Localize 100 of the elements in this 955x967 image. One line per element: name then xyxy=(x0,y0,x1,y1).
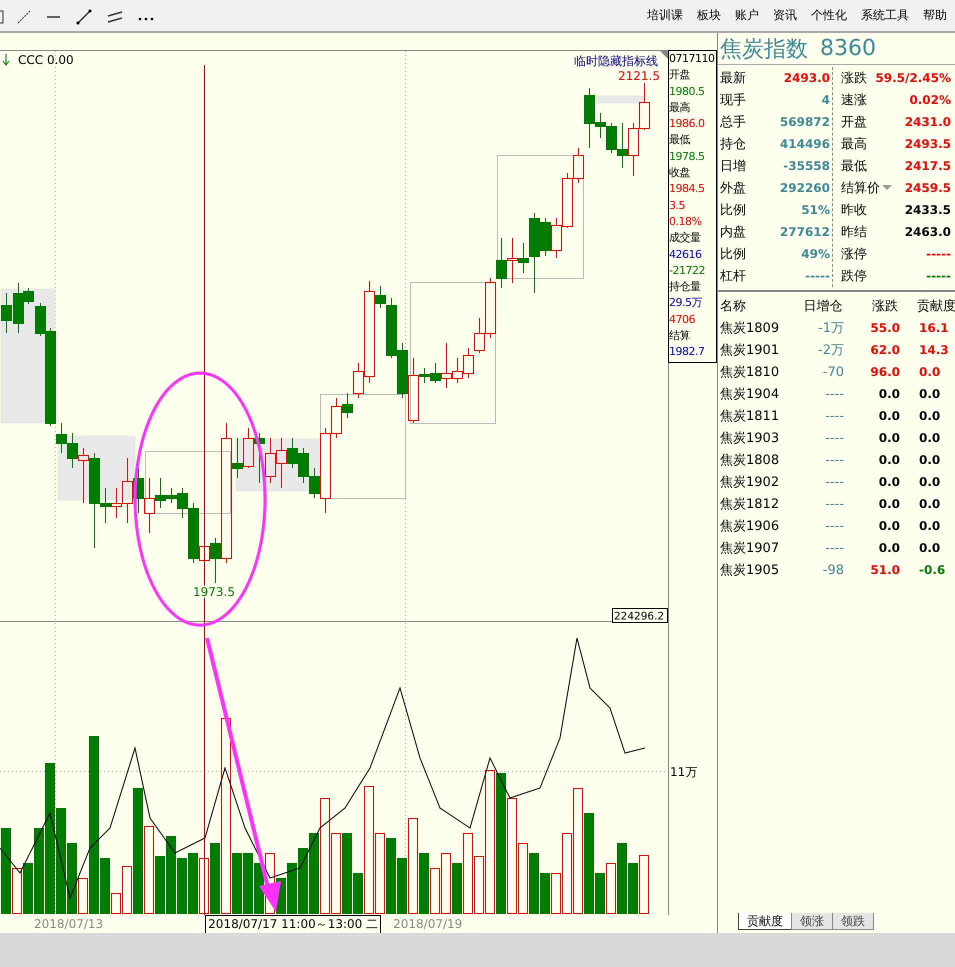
table-cell-text: 0.0 xyxy=(878,431,900,445)
candlestick xyxy=(243,428,254,468)
info-text: 4706 xyxy=(669,312,696,328)
table-cell-text: 0.0 xyxy=(878,541,900,555)
menu-item[interactable]: 资讯 xyxy=(773,7,797,24)
info-text: 1984.5 xyxy=(669,181,706,198)
table-cell: 0.0 xyxy=(919,541,940,555)
hide-indicator-link[interactable]: 临时隐藏指标线 xyxy=(574,54,658,68)
column-header[interactable]: 涨跌 xyxy=(842,296,898,314)
line-tool-icon[interactable] xyxy=(18,10,30,23)
candlestick xyxy=(551,218,562,258)
info-text: -21722 xyxy=(669,262,706,279)
table-cell: 16.1 xyxy=(919,321,949,335)
high-price-label: 2121.5 xyxy=(618,69,660,83)
table-cell-text: 0.0 xyxy=(878,387,900,401)
info-text: 0.18% xyxy=(669,214,702,230)
volume-bar xyxy=(243,853,253,914)
quote-value: 569872 xyxy=(780,115,830,129)
volume-bar xyxy=(639,855,649,914)
more-icon[interactable] xyxy=(138,17,154,20)
info-text: 1980.5 xyxy=(669,84,706,100)
volume-bar xyxy=(606,863,616,914)
quote-value: 4 xyxy=(822,93,830,107)
table-cell: -0.6 xyxy=(919,563,946,577)
column-header[interactable]: 名称 xyxy=(718,296,804,314)
quote-value: 51% xyxy=(801,203,830,217)
quote-value: 2417.5 xyxy=(904,159,951,173)
info-text: 结算 xyxy=(669,328,691,344)
tab[interactable]: 领跌 xyxy=(832,913,874,930)
volume-bar xyxy=(177,858,187,914)
quote-label: 涨停 xyxy=(841,246,867,263)
candlestick xyxy=(298,448,309,484)
dropdown-caret-icon[interactable] xyxy=(882,185,892,191)
table-cell-text: ---- xyxy=(824,518,844,534)
quote-label: 昨收 xyxy=(841,202,867,219)
quote-value: 0.02% xyxy=(909,93,951,107)
quote-label: 比例 xyxy=(720,202,746,219)
table-cell-text: -98 xyxy=(822,562,844,578)
quote-label: 跌停 xyxy=(841,268,867,285)
quote-value: 2459.5 xyxy=(904,181,951,195)
quote-value: 292260 xyxy=(780,181,830,195)
volume-bar xyxy=(617,843,627,914)
info-text: 持仓量 xyxy=(669,279,702,296)
candlestick xyxy=(496,238,507,288)
table-cell-text: 焦炭1905 xyxy=(719,562,780,579)
quote-label: 持仓 xyxy=(720,136,746,153)
info-text: 成交量 xyxy=(669,230,702,246)
segment-icon[interactable] xyxy=(76,9,92,24)
parallel-lines-icon[interactable] xyxy=(107,10,123,22)
candlestick xyxy=(1,292,12,334)
table-cell: 0.0 xyxy=(919,409,940,423)
quote-value: -35558 xyxy=(783,159,830,173)
table-cell-text: 焦炭1811 xyxy=(719,408,780,425)
volume-bar xyxy=(188,853,198,914)
table-cell-text: 0.0 xyxy=(878,475,900,489)
horizontal-line-icon[interactable] xyxy=(47,16,60,18)
column-header[interactable]: 日增仓 xyxy=(803,296,843,314)
table-cell-text: 焦炭1809 xyxy=(719,320,780,337)
table-cell-text: -70 xyxy=(822,364,844,380)
info-text: 开盘 xyxy=(669,67,691,84)
info-text: 最低 xyxy=(669,132,692,148)
quote-label: 日增 xyxy=(720,158,746,175)
date-label: 2018/07/13 xyxy=(34,917,104,931)
tab[interactable]: 领涨 xyxy=(791,913,833,930)
table-cell-text: 0.0 xyxy=(878,409,900,423)
quote-value: 414496 xyxy=(780,137,830,151)
menu-item[interactable]: 系统工具 xyxy=(861,7,909,24)
table-cell-text: -1万 xyxy=(817,320,844,337)
table-cell-text: 焦炭1903 xyxy=(719,430,780,447)
table-cell-text: -2万 xyxy=(817,342,844,359)
table-cell-text: ---- xyxy=(824,386,844,402)
table-cell: 0.0 xyxy=(919,431,940,445)
tab[interactable]: 贡献度 xyxy=(738,913,792,930)
quote-value: ----- xyxy=(926,247,951,261)
info-text: 1982.7 xyxy=(669,344,706,360)
candlestick xyxy=(397,342,408,398)
volume-bar xyxy=(430,868,440,914)
volume-bar xyxy=(298,848,308,914)
quote-value: 2463.0 xyxy=(904,225,951,239)
quote-label: 最高 xyxy=(841,136,867,153)
menu-item[interactable]: 培训课 xyxy=(647,7,683,24)
table-cell: 0.0 xyxy=(919,387,940,401)
table-cell-text: 焦炭1907 xyxy=(719,540,780,557)
menu-item[interactable]: 帮助 xyxy=(923,7,947,24)
table-cell-text: 焦炭1906 xyxy=(719,518,780,535)
quote-value: 2493.5 xyxy=(904,137,951,151)
table-cell-text: ---- xyxy=(824,408,844,424)
menu-item[interactable]: 账户 xyxy=(735,7,759,24)
info-text: 0717110 xyxy=(669,51,716,67)
candlestick xyxy=(628,122,639,176)
menu-item[interactable]: 板块 xyxy=(697,7,721,24)
quote-label: 结算价 xyxy=(841,180,880,197)
info-text: 收盘 xyxy=(669,165,691,182)
bracket-icon[interactable] xyxy=(0,10,4,23)
table-cell-text: 0.0 xyxy=(878,519,900,533)
table-cell-text: 0.0 xyxy=(878,497,900,511)
date-label: 2018/07/19 xyxy=(393,917,462,931)
menu-item[interactable]: 个性化 xyxy=(811,7,847,24)
quote-value: ----- xyxy=(805,269,830,283)
table-cell: 0.0 xyxy=(919,365,940,379)
